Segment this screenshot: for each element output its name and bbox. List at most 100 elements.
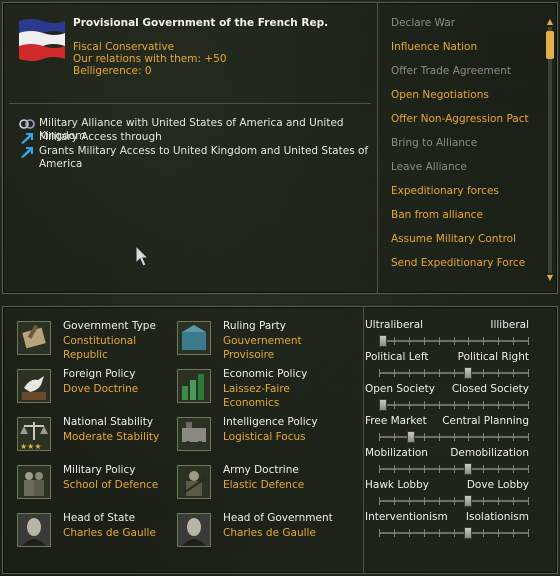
policy-slider[interactable] (379, 495, 529, 507)
government-type-icon (17, 321, 51, 355)
slider-tick (454, 433, 455, 441)
slider-right-label: Political Right (457, 351, 529, 363)
section-divider (9, 103, 371, 104)
head-of-government-portrait-icon (177, 513, 211, 547)
scrollbar-track[interactable] (548, 27, 552, 273)
slider-tick (394, 337, 395, 345)
slider-tick (379, 465, 380, 473)
diplomacy-panel: Provisional Government of the French Rep… (2, 2, 558, 294)
slider-knob[interactable] (379, 335, 387, 347)
actions-scrollbar[interactable]: ▲ ▼ (545, 17, 555, 283)
slider-knob[interactable] (407, 431, 415, 443)
head-of-state-value: Charles de Gaulle (63, 527, 156, 539)
slider-tick (394, 369, 395, 377)
slider-left-label: Ultraliberal (365, 319, 424, 331)
action-leave-alliance[interactable]: Leave Alliance (391, 161, 467, 173)
slider-tick (454, 337, 455, 345)
scroll-up-icon[interactable]: ▲ (545, 17, 555, 27)
army-icon (177, 465, 211, 499)
slider-tick (454, 465, 455, 473)
slider-knob[interactable] (464, 495, 472, 507)
economic-policy-label: Economic Policy (223, 368, 308, 380)
action-offer-trade-agreement[interactable]: Offer Trade Agreement (391, 65, 511, 77)
slider-tick (483, 401, 484, 409)
slider-left-label: Mobilization (365, 447, 428, 459)
slider-tick (498, 497, 499, 505)
svg-text:★★★: ★★★ (20, 442, 42, 450)
slider-tick (454, 401, 455, 409)
slider-tick (394, 401, 395, 409)
slider-tick (454, 369, 455, 377)
action-open-negotiations[interactable]: Open Negotiations (391, 89, 489, 101)
slider-tick (439, 465, 440, 473)
action-ban-from-alliance[interactable]: Ban from alliance (391, 209, 483, 221)
government-type-label: Government Type (63, 320, 156, 332)
action-assume-military-control[interactable]: Assume Military Control (391, 233, 516, 245)
slider-tick (424, 401, 425, 409)
slider-tick (528, 497, 529, 505)
slider-tick (409, 369, 410, 377)
nation-title: Provisional Government of the French Rep… (73, 17, 329, 29)
slider-tick (483, 465, 484, 473)
slider-knob[interactable] (464, 367, 472, 379)
slider-left-label: Open Society (365, 383, 435, 395)
slider-right-label: Isolationism (465, 511, 529, 523)
army-doctrine-value: Elastic Defence (223, 479, 305, 491)
slider-tick (528, 369, 529, 377)
relation-text: Military Access through (39, 131, 162, 143)
slider-tick (439, 369, 440, 377)
slider-tick (424, 369, 425, 377)
intelligence-policy-value: Logistical Focus (223, 431, 306, 443)
action-bring-to-alliance[interactable]: Bring to Alliance (391, 137, 477, 149)
slider-tick (483, 433, 484, 441)
action-expeditionary-forces[interactable]: Expeditionary forces (391, 185, 499, 197)
policy-slider[interactable] (379, 431, 529, 443)
military-access-arrow-icon (21, 147, 33, 158)
slider-knob[interactable] (379, 399, 387, 411)
policy-slider[interactable] (379, 367, 529, 379)
slider-tick (439, 433, 440, 441)
economy-icon (177, 369, 211, 403)
panel-divider (363, 307, 364, 573)
slider-knob[interactable] (464, 463, 472, 475)
action-declare-war[interactable]: Declare War (391, 17, 455, 29)
policy-slider[interactable] (379, 399, 529, 411)
action-offer-non-aggression-pact[interactable]: Offer Non-Aggression Pact (391, 113, 529, 125)
slider-knob[interactable] (464, 527, 472, 539)
slider-left-label: Free Market (365, 415, 427, 427)
slider-tick (439, 337, 440, 345)
slider-tick (424, 337, 425, 345)
scroll-down-icon[interactable]: ▼ (545, 273, 555, 283)
train-icon (177, 417, 211, 451)
slider-left-label: Political Left (365, 351, 429, 363)
slider-tick (424, 529, 425, 537)
slider-tick (439, 497, 440, 505)
slider-tick (424, 433, 425, 441)
policy-slider[interactable] (379, 463, 529, 475)
slider-tick (394, 465, 395, 473)
national-stability-value: Moderate Stability (63, 431, 160, 443)
policy-slider[interactable] (379, 335, 529, 347)
slider-tick (528, 433, 529, 441)
foreign-policy-label: Foreign Policy (63, 368, 136, 380)
slider-tick (424, 497, 425, 505)
scrollbar-thumb[interactable] (546, 31, 554, 59)
national-stability-label: National Stability (63, 416, 154, 428)
slider-tick (498, 465, 499, 473)
slider-tick (468, 433, 469, 441)
military-policy-label: Military Policy (63, 464, 136, 476)
action-send-expeditionary-force[interactable]: Send Expeditionary Force (391, 257, 525, 269)
panel-divider (377, 3, 378, 293)
slider-left-label: Interventionism (365, 511, 448, 523)
policy-slider[interactable] (379, 527, 529, 539)
head-of-state-portrait-icon (17, 513, 51, 547)
slider-right-label: Closed Society (451, 383, 529, 395)
ruling-party-label: Ruling Party (223, 320, 286, 332)
slider-tick (498, 369, 499, 377)
slider-tick (394, 497, 395, 505)
slider-tick (379, 529, 380, 537)
slider-tick (513, 497, 514, 505)
slider-tick (513, 465, 514, 473)
slider-tick (409, 401, 410, 409)
action-influence-nation[interactable]: Influence Nation (391, 41, 477, 53)
